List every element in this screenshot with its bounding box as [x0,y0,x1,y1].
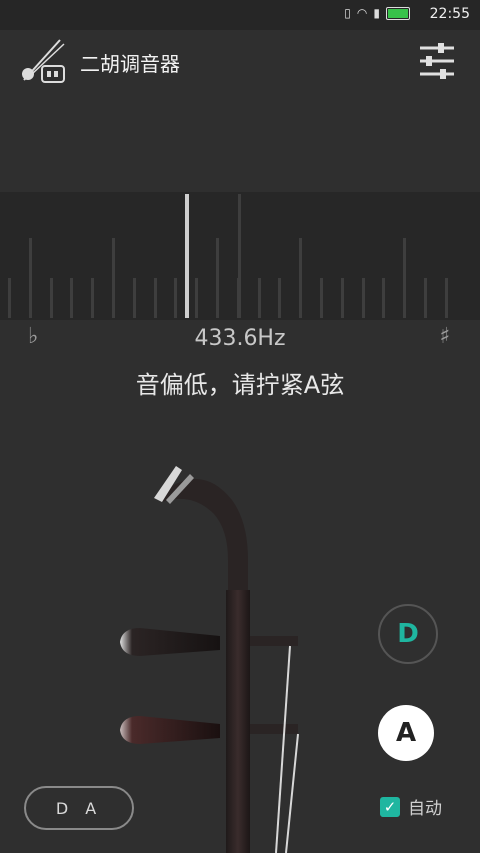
auto-label: 自动 [408,799,442,819]
meter-tick [403,238,407,318]
vibrate-icon: ▯ [344,6,351,20]
meter-tick [195,278,199,318]
tuning-meter [0,192,480,320]
meter-tick [216,238,219,318]
meter-center-tick [238,194,241,318]
meter-tick [278,278,282,318]
meter-tick [320,278,323,318]
meter-tick [49,278,53,318]
auto-checkbox[interactable]: ✓ [380,796,400,817]
sim-icon: ▮ [373,6,380,20]
tuning-select-button[interactable]: D A [24,786,134,830]
meter-tick [257,278,261,318]
status-bar: ▯ ◠ ▮ 22:55 [0,0,480,30]
status-time: 22:55 [429,6,470,22]
meter-tick [132,278,136,318]
app-bar: 二胡调音器 [0,30,480,92]
meter-tick [340,278,344,318]
auto-toggle[interactable]: ✓ 自动 [380,794,442,819]
meter-tick [382,278,386,318]
erhu-logo-icon [22,39,65,83]
frequency-readout: 433.6Hz [194,326,286,351]
app-title: 二胡调音器 [80,52,180,76]
meter-tick [28,238,32,318]
string-a-button[interactable]: A [378,705,434,761]
meter-tick [112,238,115,318]
battery-icon [386,6,410,20]
meter-tick [91,278,95,318]
meter-needle [185,194,189,318]
settings-sliders-icon[interactable] [418,42,456,80]
meter-tick [8,278,11,318]
sharp-symbol: ♯ [439,324,450,349]
string-d-button[interactable]: D [378,604,438,664]
meter-tick [174,278,178,318]
meter-tick [444,278,448,318]
tuning-message: 音偏低，请拧紧A弦 [135,371,345,399]
meter-tick [361,278,365,318]
meter-tick [424,278,427,318]
status-icons: ▯ ◠ ▮ [344,6,410,20]
meter-tick [299,238,303,318]
erhu-illustration [120,466,299,853]
wifi-icon: ◠ [356,6,368,20]
meter-tick [153,278,157,318]
meter-tick [70,278,74,318]
